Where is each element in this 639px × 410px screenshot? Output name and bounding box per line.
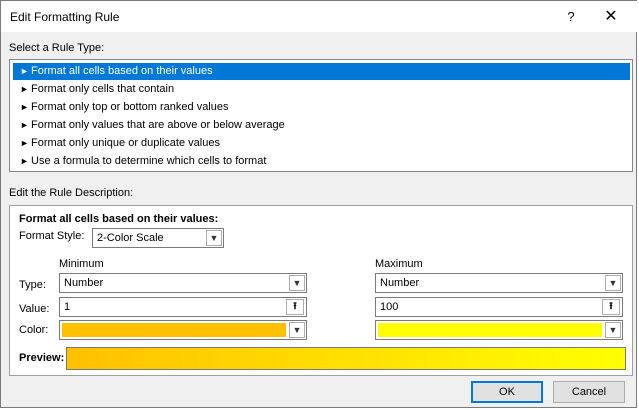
- bullet-arrow-icon: ►: [20, 102, 29, 112]
- type-label: Type:: [19, 279, 46, 291]
- chevron-down-icon[interactable]: ▼: [605, 275, 621, 291]
- rule-type-item-label: Format only top or bottom ranked values: [31, 101, 229, 113]
- color-label: Color:: [19, 324, 49, 336]
- chevron-down-icon[interactable]: ▼: [289, 275, 305, 291]
- maximum-color-swatch: [378, 323, 602, 337]
- maximum-heading: Maximum: [375, 258, 423, 270]
- close-icon[interactable]: ✕: [601, 7, 621, 27]
- rule-type-item-formula[interactable]: ► Use a formula to determine which cells …: [13, 153, 630, 170]
- format-style-select[interactable]: 2-Color Scale ▼: [92, 228, 224, 248]
- chevron-down-icon[interactable]: ▼: [206, 230, 222, 246]
- chevron-down-icon[interactable]: ▼: [605, 322, 621, 338]
- rule-type-item-label: Format only values that are above or bel…: [31, 119, 285, 131]
- cancel-button[interactable]: Cancel: [553, 381, 625, 403]
- minimum-heading: Minimum: [59, 258, 104, 270]
- maximum-type-select[interactable]: Number ▼: [375, 273, 623, 293]
- bullet-arrow-icon: ►: [20, 120, 29, 130]
- rule-type-item-above-below-average[interactable]: ► Format only values that are above or be…: [13, 117, 630, 134]
- format-style-value: 2-Color Scale: [97, 232, 164, 244]
- rule-type-item-cells-contain[interactable]: ► Format only cells that contain: [13, 81, 630, 98]
- rule-type-section-label: Select a Rule Type:: [9, 42, 105, 54]
- maximum-type-value: Number: [380, 277, 420, 289]
- collapse-dialog-icon[interactable]: ⭱: [602, 299, 620, 315]
- minimum-value: 1: [64, 301, 71, 313]
- maximum-color-picker[interactable]: ▼: [375, 320, 623, 340]
- minimum-type-select[interactable]: Number ▼: [59, 273, 307, 293]
- rule-type-item-label: Format only unique or duplicate values: [31, 137, 220, 149]
- help-icon[interactable]: ?: [561, 7, 581, 27]
- bullet-arrow-icon: ►: [20, 84, 29, 94]
- preview-gradient-bar: [66, 347, 626, 370]
- bullet-arrow-icon: ►: [20, 156, 29, 166]
- minimum-type-value: Number: [64, 277, 104, 289]
- minimum-color-picker[interactable]: ▼: [59, 320, 307, 340]
- minimum-value-input[interactable]: 1 ⭱: [59, 297, 307, 317]
- rule-type-list[interactable]: ► Format all cells based on their values …: [9, 59, 633, 172]
- preview-label: Preview:: [19, 352, 65, 364]
- collapse-dialog-icon[interactable]: ⭱: [286, 299, 304, 315]
- format-style-label: Format Style:: [19, 230, 85, 242]
- maximum-value-input[interactable]: 100 ⭱: [375, 297, 623, 317]
- bullet-arrow-icon: ►: [20, 66, 29, 76]
- minimum-color-swatch: [62, 323, 286, 337]
- chevron-down-icon[interactable]: ▼: [289, 322, 305, 338]
- edit-formatting-rule-dialog: Edit Formatting Rule ? ✕ Select a Rule T…: [0, 0, 638, 408]
- rule-type-item-label: Format all cells based on their values: [31, 65, 213, 77]
- bullet-arrow-icon: ►: [20, 138, 29, 148]
- maximum-value: 100: [380, 301, 399, 313]
- rule-type-item-top-bottom[interactable]: ► Format only top or bottom ranked values: [13, 99, 630, 116]
- window-title: Edit Formatting Rule: [10, 10, 120, 24]
- rule-description-section-label: Edit the Rule Description:: [9, 187, 134, 199]
- rule-type-item-unique-duplicate[interactable]: ► Format only unique or duplicate values: [13, 135, 630, 152]
- rule-type-item-label: Use a formula to determine which cells t…: [31, 155, 267, 167]
- rule-description-panel: Format all cells based on their values: …: [9, 205, 633, 376]
- rule-type-item-all-cells[interactable]: ► Format all cells based on their values: [13, 63, 630, 80]
- ok-button[interactable]: OK: [471, 381, 543, 403]
- rule-description-heading: Format all cells based on their values:: [19, 213, 219, 225]
- value-label: Value:: [19, 303, 50, 315]
- title-bar: Edit Formatting Rule ? ✕: [1, 1, 638, 32]
- rule-type-item-label: Format only cells that contain: [31, 83, 175, 95]
